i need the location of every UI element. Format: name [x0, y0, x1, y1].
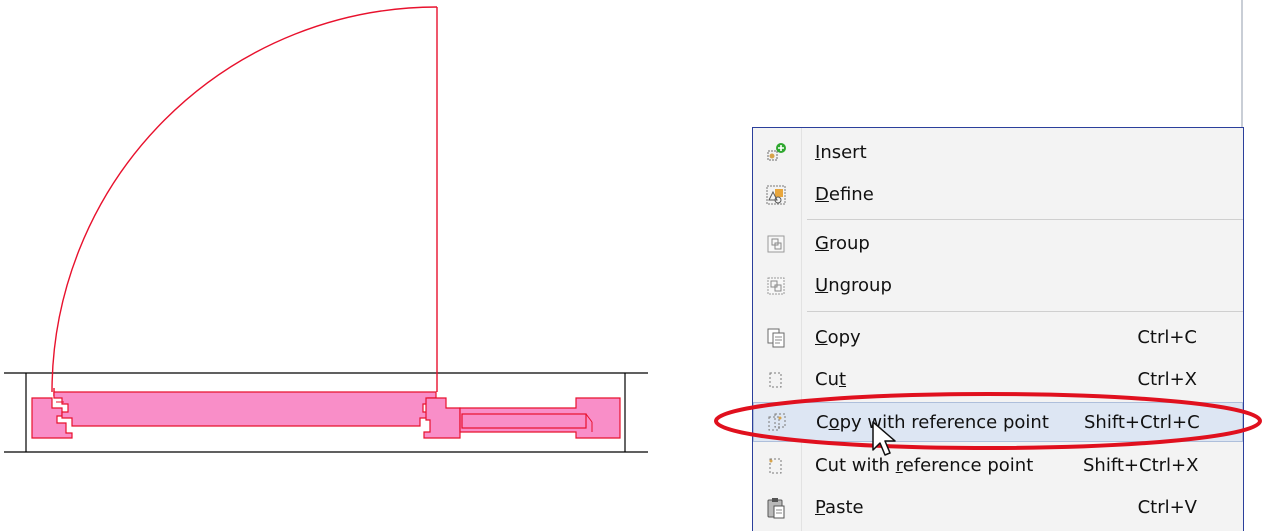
menu-item-shortcut: Ctrl+C	[1137, 327, 1197, 348]
mnemonic: D	[815, 184, 829, 205]
mnemonic: U	[815, 275, 829, 296]
menu-item-label-prefix: Cut with	[815, 455, 896, 476]
mnemonic: C	[815, 327, 828, 348]
menu-separator	[807, 311, 1243, 312]
paste-icon	[767, 498, 785, 519]
cut-icon	[769, 372, 782, 388]
menu-item-label-prefix: C	[816, 412, 829, 433]
copy-reference-icon	[768, 413, 786, 431]
menu-separator	[807, 219, 1243, 220]
cut-reference-icon	[769, 458, 782, 474]
menu-item-label: opy	[827, 327, 861, 348]
menu-item-define[interactable]: Define	[753, 175, 1243, 215]
menu-item-copy[interactable]: Copy Ctrl+C	[753, 318, 1243, 358]
mnemonic: o	[828, 412, 840, 433]
menu-item-label: efine	[828, 184, 874, 205]
menu-item-label-prefix: Cu	[815, 369, 839, 390]
menu-item-label: nsert	[820, 142, 867, 163]
menu-item-paste[interactable]: Paste Ctrl+V	[753, 488, 1243, 528]
menu-item-shortcut: Shift+Ctrl+X	[1083, 455, 1199, 476]
menu-item-label: eference point	[902, 455, 1034, 476]
menu-item-shortcut: Shift+Ctrl+C	[1084, 412, 1200, 433]
menu-item-shortcut: Ctrl+V	[1137, 497, 1197, 518]
menu-item-group[interactable]: Group	[753, 224, 1243, 264]
menu-item-label: ngroup	[828, 275, 892, 296]
menu-item-cut-with-reference-point[interactable]: Cut with reference point Shift+Ctrl+X	[753, 446, 1243, 486]
menu-item-cut[interactable]: Cut Ctrl+X	[753, 360, 1243, 400]
ungroup-icon	[767, 277, 785, 295]
door-swing[interactable]	[51, 6, 438, 396]
menu-item-copy-with-reference-point[interactable]: Copy with reference point Shift+Ctrl+C	[753, 402, 1243, 442]
context-menu: Insert Define Group Ungroup Copy Ctrl+C …	[752, 127, 1244, 531]
mnemonic: t	[838, 369, 847, 390]
define-icon	[766, 185, 786, 205]
menu-item-insert[interactable]: Insert	[753, 133, 1243, 173]
menu-item-label: roup	[828, 233, 870, 254]
menu-item-ungroup[interactable]: Ungroup	[753, 266, 1243, 306]
menu-item-label: aste	[825, 497, 864, 518]
copy-icon	[767, 328, 785, 348]
menu-item-shortcut: Ctrl+X	[1137, 369, 1197, 390]
insert-icon	[767, 143, 786, 161]
door-frame[interactable]	[31, 391, 621, 439]
mnemonic: G	[815, 233, 829, 254]
mnemonic: r	[895, 455, 903, 476]
menu-item-label: py with reference point	[839, 412, 1049, 433]
mnemonic: P	[815, 497, 826, 518]
group-icon	[767, 235, 785, 253]
